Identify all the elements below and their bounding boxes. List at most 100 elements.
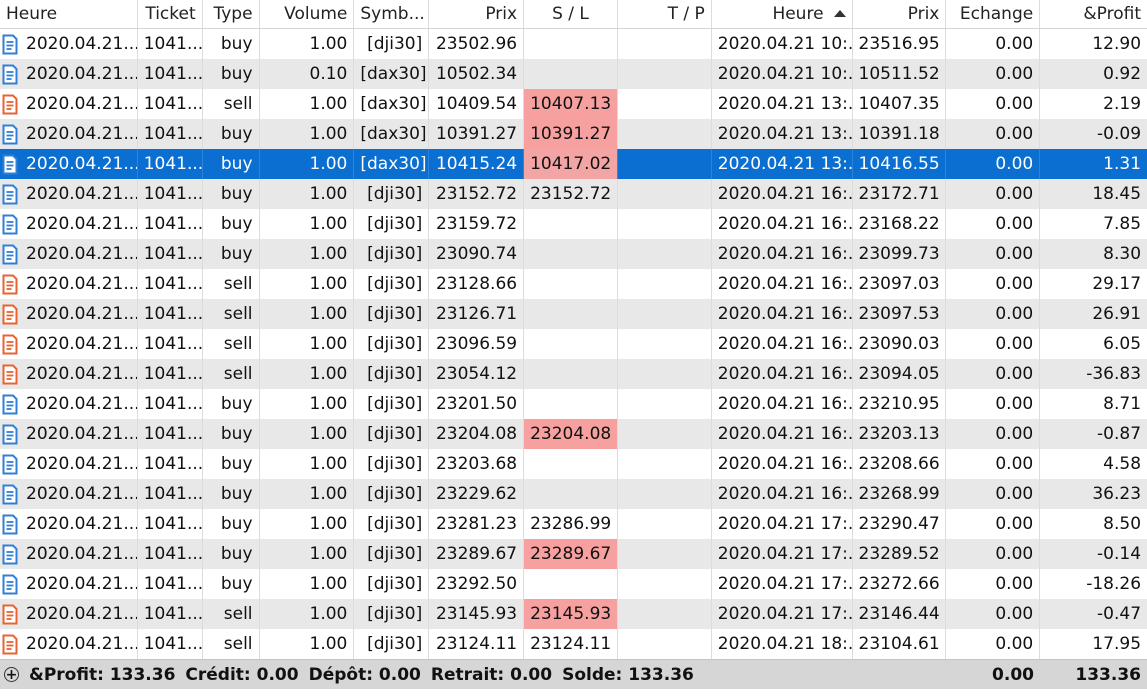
header-take-profit[interactable]: T / P <box>618 0 712 28</box>
table-row[interactable]: 2020.04.21... 1041... buy 1.00 [dji30] 23281.… <box>0 509 1147 539</box>
table-row[interactable]: 2020.04.21... 1041... sell 1.00 [dax30] 10409… <box>0 89 1147 119</box>
open-time-cell: 2020.04.21... <box>0 539 138 569</box>
ticket-cell: 1041... <box>138 389 203 419</box>
sort-ascending-icon <box>833 10 846 17</box>
header-close-time[interactable]: Heure <box>712 0 853 28</box>
symbol-cell: [dax30] <box>354 119 430 149</box>
table-row[interactable]: 2020.04.21... 1041... sell 1.00 [dji30] 23054… <box>0 359 1147 389</box>
open-time-cell: 2020.04.21... <box>0 359 138 389</box>
table-row[interactable]: 2020.04.21... 1041... buy 1.00 [dji30] 23289.… <box>0 539 1147 569</box>
header-open-time[interactable]: Heure <box>0 0 138 28</box>
header-swap[interactable]: Echange <box>946 0 1041 28</box>
header-open-time-label: Heure <box>6 3 58 24</box>
sell-order-icon <box>2 604 18 625</box>
open-time-value: 2020.04.21... <box>26 304 138 324</box>
swap-cell: 0.00 <box>946 389 1041 419</box>
column-header-row: Heure Ticket Type Volume Symb... Prix S … <box>0 0 1147 29</box>
swap-cell: 0.00 <box>946 359 1041 389</box>
open-price-cell: 23090.74 <box>429 239 525 269</box>
profit-cell: -0.47 <box>1097 604 1142 624</box>
header-open-price[interactable]: Prix <box>429 0 525 28</box>
stop-loss-cell <box>524 59 618 89</box>
close-price-cell: 23168.22 <box>853 209 947 239</box>
open-time-cell: 2020.04.21... <box>0 59 138 89</box>
stop-loss-cell <box>524 359 618 389</box>
ticket-cell: 1041... <box>138 209 203 239</box>
symbol-cell: [dji30] <box>354 569 430 599</box>
buy-order-icon <box>2 64 18 85</box>
close-price-cell: 23172.71 <box>853 179 947 209</box>
table-row[interactable]: 2020.04.21... 1041... buy 1.00 [dax30] 10415.… <box>0 149 1147 179</box>
take-profit-cell <box>618 299 712 329</box>
type-cell: buy <box>203 209 260 239</box>
stop-loss-cell: 23289.67 <box>524 539 618 569</box>
close-time-cell: 2020.04.21 10:... <box>712 59 853 89</box>
buy-order-icon <box>2 424 18 445</box>
open-time-cell: 2020.04.21... <box>0 599 138 629</box>
volume-cell: 1.00 <box>260 179 355 209</box>
sell-order-icon <box>2 634 18 655</box>
swap-cell: 0.00 <box>946 209 1041 239</box>
volume-cell: 1.00 <box>260 569 355 599</box>
volume-cell: 1.00 <box>260 419 355 449</box>
take-profit-cell <box>618 389 712 419</box>
close-price-cell: 23516.95 <box>853 29 947 59</box>
plus-circle-icon[interactable]: + <box>4 667 19 682</box>
open-time-cell: 2020.04.21... <box>0 239 138 269</box>
buy-order-icon <box>2 514 18 535</box>
volume-cell: 1.00 <box>260 209 355 239</box>
table-row[interactable]: 2020.04.21... 1041... buy 1.00 [dji30] 23204.… <box>0 419 1147 449</box>
profit-cell: 8.30 <box>1103 244 1142 264</box>
table-row[interactable]: 2020.04.21... 1041... sell 1.00 [dji30] 23124… <box>0 629 1147 659</box>
stop-loss-cell: 10407.13 <box>524 89 618 119</box>
buy-order-icon <box>2 454 18 475</box>
header-stop-loss[interactable]: S / L <box>524 0 618 28</box>
volume-cell: 0.10 <box>260 59 355 89</box>
close-price-cell: 23268.99 <box>853 479 947 509</box>
profit-cell: 2.19 <box>1103 94 1142 114</box>
take-profit-cell <box>618 629 712 659</box>
table-row[interactable]: 2020.04.21... 1041... buy 1.00 [dji30] 23159.… <box>0 209 1147 239</box>
profit-cell: 36.23 <box>1092 484 1142 504</box>
ticket-cell: 1041... <box>138 29 203 59</box>
table-row[interactable]: 2020.04.21... 1041... buy 0.10 [dax30] 10502.… <box>0 59 1147 89</box>
header-ticket[interactable]: Ticket <box>138 0 203 28</box>
open-time-value: 2020.04.21... <box>26 154 138 174</box>
header-symbol[interactable]: Symb... <box>354 0 430 28</box>
profit-cell: 1.31 <box>1103 154 1142 174</box>
swap-cell: 0.00 <box>946 599 1041 629</box>
table-row[interactable]: 2020.04.21... 1041... buy 1.00 [dji30] 23229.… <box>0 479 1147 509</box>
close-price-cell: 23210.95 <box>853 389 947 419</box>
table-row[interactable]: 2020.04.21... 1041... buy 1.00 [dji30] 23292.… <box>0 569 1147 599</box>
swap-cell: 0.00 <box>946 449 1041 479</box>
table-row[interactable]: 2020.04.21... 1041... buy 1.00 [dji30] 23090.… <box>0 239 1147 269</box>
summary-text: + &Profit: 133.36 Crédit: 0.00 Dépôt: 0.… <box>0 665 704 685</box>
take-profit-cell <box>618 509 712 539</box>
bottom-edge <box>0 689 1147 697</box>
table-row[interactable]: 2020.04.21... 1041... sell 1.00 [dji30] 23145… <box>0 599 1147 629</box>
header-type[interactable]: Type <box>203 0 260 28</box>
open-time-cell: 2020.04.21... <box>0 269 138 299</box>
table-row[interactable]: 2020.04.21... 1041... buy 1.00 [dji30] 23203.… <box>0 449 1147 479</box>
summary-deposit: Dépôt: 0.00 <box>308 664 421 685</box>
close-price-cell: 10407.35 <box>853 89 947 119</box>
type-cell: buy <box>203 119 260 149</box>
table-row[interactable]: 2020.04.21... 1041... buy 1.00 [dax30] 10391.… <box>0 119 1147 149</box>
table-row[interactable]: 2020.04.21... 1041... sell 1.00 [dji30] 23126… <box>0 299 1147 329</box>
stop-loss-cell <box>524 299 618 329</box>
table-row[interactable]: 2020.04.21... 1041... buy 1.00 [dji30] 23502.… <box>0 29 1147 59</box>
table-row[interactable]: 2020.04.21... 1041... sell 1.00 [dji30] 23128… <box>0 269 1147 299</box>
ticket-cell: 1041... <box>138 329 203 359</box>
header-close-price[interactable]: Prix <box>853 0 947 28</box>
header-volume[interactable]: Volume <box>260 0 355 28</box>
table-row[interactable]: 2020.04.21... 1041... sell 1.00 [dji30] 23096… <box>0 329 1147 359</box>
table-row[interactable]: 2020.04.21... 1041... buy 1.00 [dji30] 23152.… <box>0 179 1147 209</box>
open-time-cell: 2020.04.21... <box>0 629 138 659</box>
close-price-cell: 23099.73 <box>853 239 947 269</box>
table-row[interactable]: 2020.04.21... 1041... buy 1.00 [dji30] 23201.… <box>0 389 1147 419</box>
header-profit[interactable]: &Profit <box>1040 0 1147 28</box>
open-time-cell: 2020.04.21... <box>0 479 138 509</box>
ticket-cell: 1041... <box>138 239 203 269</box>
take-profit-cell <box>618 29 712 59</box>
open-time-value: 2020.04.21... <box>26 424 138 444</box>
